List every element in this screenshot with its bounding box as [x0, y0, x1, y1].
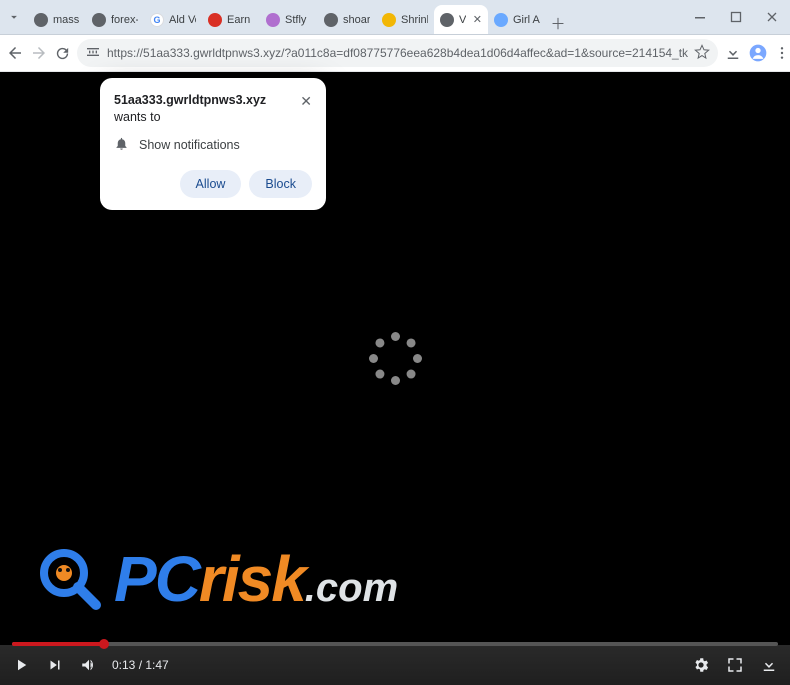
time-display: 0:13 / 1:47 [112, 658, 169, 672]
tab-label: shoars [343, 14, 370, 26]
play-button[interactable] [10, 654, 32, 676]
tab-strip: mass o forex-1 G Ald Ve Earn m Stfly sho… [28, 0, 682, 34]
globe-icon [440, 13, 454, 27]
bell-icon [114, 136, 129, 154]
tab-label: Earn m [227, 14, 254, 26]
progress-bar[interactable] [12, 642, 778, 646]
settings-gear-icon[interactable] [690, 654, 712, 676]
reload-button[interactable] [54, 38, 71, 68]
bolt-icon [266, 13, 280, 27]
address-bar[interactable]: https://51aa333.gwrldtpnws3.xyz/?a011c8a… [77, 39, 718, 67]
tab-label: Girl Al [513, 14, 540, 26]
bookmark-star-icon[interactable] [694, 44, 710, 63]
tab-viu[interactable]: Viu ✕ [434, 5, 488, 34]
download-video-button[interactable] [758, 654, 780, 676]
block-button[interactable]: Block [249, 170, 312, 198]
tab-shrinkl[interactable]: Shrinkl [376, 5, 434, 34]
profile-button[interactable] [748, 39, 768, 67]
magnifier-bug-icon [34, 543, 106, 615]
tab-label: Shrinkl [401, 14, 428, 26]
new-tab-button[interactable]: ＋ [546, 13, 570, 34]
globe-icon [324, 13, 338, 27]
url-text: https://51aa333.gwrldtpnws3.xyz/?a011c8a… [107, 46, 688, 60]
tab-earn[interactable]: Earn m [202, 5, 260, 34]
dialog-capability: Show notifications [139, 138, 240, 152]
progress-fill [12, 642, 104, 646]
girl-icon [494, 13, 508, 27]
tab-stfly[interactable]: Stfly [260, 5, 318, 34]
globe-icon [34, 13, 48, 27]
tab-label: mass o [53, 14, 80, 26]
minimize-button[interactable] [682, 0, 718, 34]
fullscreen-button[interactable] [724, 654, 746, 676]
dialog-title: 51aa333.gwrldtpnws3.xyz wants to [114, 92, 292, 126]
notification-permission-dialog: 51aa333.gwrldtpnws3.xyz wants to ✕ Show … [100, 78, 326, 210]
kebab-menu-button[interactable] [774, 39, 790, 67]
browser-toolbar: https://51aa333.gwrldtpnws3.xyz/?a011c8a… [0, 35, 790, 72]
tab-label: Viu [459, 14, 466, 26]
watermark-text: PCrisk.com [114, 547, 398, 611]
player-controls: 0:13 / 1:47 [0, 645, 790, 685]
google-icon: G [150, 13, 164, 27]
tab-girl[interactable]: Girl Al [488, 5, 546, 34]
site-info-icon[interactable] [85, 44, 101, 63]
close-tab-icon[interactable]: ✕ [473, 13, 482, 26]
close-dialog-button[interactable]: ✕ [300, 92, 312, 111]
tab-shoars[interactable]: shoars [318, 5, 376, 34]
tab-label: Stfly [285, 14, 312, 26]
maximize-button[interactable] [718, 0, 754, 34]
globe-icon [92, 13, 106, 27]
watermark: PCrisk.com [34, 543, 398, 615]
downloads-button[interactable] [724, 39, 742, 67]
leaf-icon [382, 13, 396, 27]
progress-knob[interactable] [99, 639, 109, 649]
tab-forex[interactable]: forex-1 [86, 5, 144, 34]
next-button[interactable] [44, 654, 66, 676]
loading-spinner [365, 329, 425, 389]
titlebar: mass o forex-1 G Ald Ve Earn m Stfly sho… [0, 0, 790, 35]
close-window-button[interactable] [754, 0, 790, 34]
volume-button[interactable] [78, 654, 100, 676]
tab-label: Ald Ve [169, 14, 196, 26]
forward-button[interactable] [30, 38, 48, 68]
tab-mass[interactable]: mass o [28, 5, 86, 34]
tab-ald[interactable]: G Ald Ve [144, 5, 202, 34]
window-controls [682, 0, 790, 34]
back-button[interactable] [6, 38, 24, 68]
record-icon [208, 13, 222, 27]
tabs-dropdown-button[interactable] [0, 0, 28, 34]
allow-button[interactable]: Allow [180, 170, 242, 198]
tab-label: forex-1 [111, 14, 138, 26]
